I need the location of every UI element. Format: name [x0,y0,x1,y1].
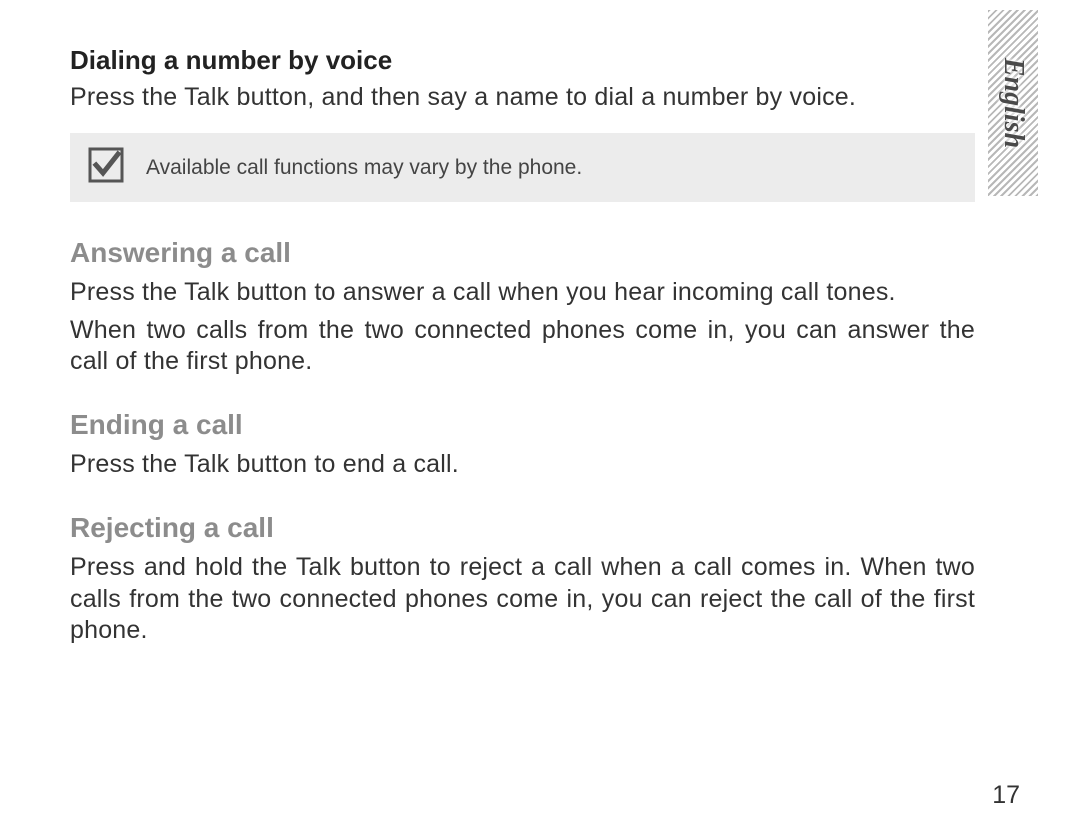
text-rejecting: Press and hold the Talk button to reject… [70,552,975,646]
content-column: Dialing a number by voice Press the Talk… [70,45,975,646]
note-text: Available call functions may vary by the… [146,156,582,180]
text-answering-1: Press the Talk button to answer a call w… [70,277,975,308]
checkmark-icon [88,147,124,188]
heading-dialing: Dialing a number by voice [70,45,975,76]
page-number: 17 [0,781,1020,810]
text-ending: Press the Talk button to end a call. [70,449,975,480]
text-answering-2: When two calls from the two connected ph… [70,315,975,378]
heading-rejecting: Rejecting a call [70,512,975,544]
heading-ending: Ending a call [70,409,975,441]
note-box: Available call functions may vary by the… [70,133,975,202]
heading-answering: Answering a call [70,237,975,269]
language-tab-label: English [997,54,1029,152]
text-dialing: Press the Talk button, and then say a na… [70,82,975,113]
document-page: English Dialing a number by voice Press … [0,0,1080,840]
language-tab: English [988,10,1038,196]
